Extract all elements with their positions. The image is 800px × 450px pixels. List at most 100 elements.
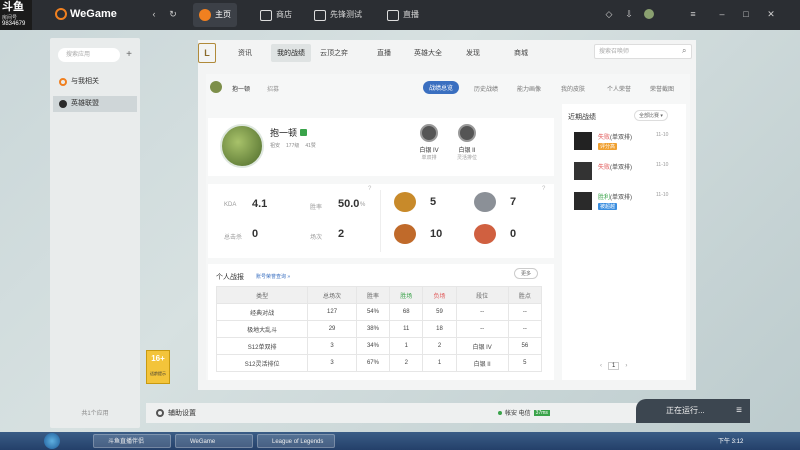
wegame-logo[interactable]: WeGame: [55, 8, 117, 20]
subnav-recruit[interactable]: 招募: [267, 84, 279, 93]
subtab-skins[interactable]: 我的皮肤: [561, 84, 585, 93]
sidebar-item-related[interactable]: 与我相关: [53, 74, 137, 90]
winrate-unit: %: [360, 202, 366, 208]
skin-icon[interactable]: ◇: [604, 9, 614, 19]
cell: 经典对战: [215, 303, 309, 321]
lol-logo-icon[interactable]: L: [198, 43, 216, 63]
col-losses: 负场: [422, 286, 457, 304]
tab-shop[interactable]: 商店: [254, 3, 298, 27]
rank-flex-tier: 白银 II: [458, 148, 476, 154]
lol-tab-tft[interactable]: 云顶之弈: [320, 48, 348, 58]
menu-icon[interactable]: ≡: [688, 9, 698, 19]
app-search-input[interactable]: 搜索应用: [58, 48, 120, 62]
honor-query-link[interactable]: 账号荣誉查询 »: [256, 273, 290, 280]
medal-count-3: 10: [430, 228, 443, 240]
match-time: 11-10: [656, 192, 669, 198]
lol-tab-records[interactable]: 我的战绩: [271, 44, 311, 62]
cell: S12单双排: [215, 337, 309, 355]
rank-flex: 白银 II 灵活排位: [452, 124, 482, 161]
cell: --: [507, 303, 543, 321]
server-name: 祖安: [270, 143, 281, 149]
add-app-icon[interactable]: +: [124, 48, 134, 62]
col-rank: 段位: [455, 286, 509, 304]
assist-settings-button[interactable]: 辅助设置: [156, 408, 196, 418]
close-icon[interactable]: ✕: [766, 9, 776, 19]
search-icon[interactable]: ⌕: [682, 46, 686, 56]
top-bar: 斗鱼 房间号 9834679 WeGame ‹ ↻ 主页 商店 先锋测试 直播 …: [0, 0, 800, 30]
match-row[interactable]: 失败(单双排) 11-10: [574, 160, 674, 186]
personal-report-card: 个人战报 账号荣誉查询 » 更多 类型 总场次 胜率 胜场 负场 段位 胜点 经…: [208, 264, 554, 380]
tab-home[interactable]: 主页: [193, 3, 237, 27]
app-count: 共1个应用: [81, 411, 109, 417]
personal-report-table: 类型 总场次 胜率 胜场 负场 段位 胜点 经典对战 127 54% 68 59 -- --…: [215, 286, 543, 372]
medal-icon: [394, 224, 416, 244]
tab-test[interactable]: 先锋测试: [308, 3, 368, 27]
minimize-icon[interactable]: –: [717, 9, 727, 19]
lol-tab-store[interactable]: 商城: [514, 48, 528, 58]
refresh-icon[interactable]: ↻: [168, 9, 178, 19]
medal-count-1: 5: [430, 196, 437, 208]
match-filter-select[interactable]: 全部比赛 ▾: [634, 110, 668, 121]
summoner-mini-name: 抱一顿: [232, 87, 251, 93]
lol-tab-discover[interactable]: 发现: [466, 48, 480, 58]
overlay-room-id: 9834679: [2, 21, 26, 27]
table-header-row: 类型 总场次 胜率 胜场 负场 段位 胜点: [215, 286, 543, 304]
kda-value: 4.1: [252, 198, 268, 210]
champion-icon: [574, 132, 592, 150]
match-result-text: 失败: [598, 165, 611, 171]
total-label: 总击杀: [224, 235, 243, 241]
stream-overlay: 斗鱼 房间号 9834679: [0, 0, 32, 30]
subtab-history[interactable]: 历史战绩: [474, 84, 498, 93]
task-wegame[interactable]: WeGame: [175, 434, 253, 448]
prev-page-icon[interactable]: ‹: [600, 363, 602, 369]
summoner-search-input[interactable]: 搜索召唤师: [594, 44, 692, 59]
tab-live[interactable]: 直播: [381, 3, 425, 27]
match-tag: 被超越: [598, 203, 618, 210]
more-button[interactable]: 更多: [514, 268, 539, 279]
pagination: ‹ 1 ›: [600, 362, 627, 370]
tab-live-label: 直播: [403, 10, 419, 19]
lol-tab-live[interactable]: 直播: [377, 48, 391, 58]
wegame-logo-icon: [55, 8, 67, 20]
match-row[interactable]: 胜利(单双排) 11-10 被超越: [574, 190, 674, 216]
sidebar-item-lol[interactable]: 英雄联盟: [53, 96, 137, 112]
maximize-icon[interactable]: □: [741, 9, 751, 19]
lol-tab-heroes[interactable]: 英雄大全: [414, 48, 442, 58]
next-page-icon[interactable]: ›: [625, 363, 627, 369]
menu-icon[interactable]: ≡: [736, 399, 742, 423]
rank-flex-mode: 灵活排位: [456, 155, 477, 161]
help-icon[interactable]: ?: [542, 186, 545, 192]
cell: 38%: [355, 320, 391, 338]
match-row[interactable]: 失败(单双排) 11-10 评分高: [574, 130, 674, 156]
cell: 34%: [355, 337, 391, 355]
avatar[interactable]: [644, 9, 654, 19]
content-area: 抱一顿 招募 战绩总览 历史战绩 能力画像 我的皮肤 个人荣誉 荣誉截图 抱一顿…: [206, 74, 690, 380]
cell: 67%: [355, 354, 391, 372]
help-icon[interactable]: ?: [368, 186, 371, 192]
overlay-room-label: 房间号: [2, 15, 18, 21]
cell: 1: [422, 354, 457, 372]
subtab-ability[interactable]: 能力画像: [517, 84, 541, 93]
task-lol[interactable]: League of Legends: [257, 434, 335, 448]
back-icon[interactable]: ‹: [149, 9, 159, 19]
task-douyu[interactable]: 斗鱼直播伴侣: [93, 434, 171, 448]
medal-icon: [394, 192, 416, 212]
download-icon[interactable]: ⇩: [624, 9, 634, 19]
sidebar-item-label: 英雄联盟: [71, 100, 99, 107]
rank-solo-tier: 白银 IV: [419, 148, 439, 154]
rank-solo-mode: 单双排: [421, 155, 437, 161]
col-lp: 胜点: [507, 286, 543, 304]
lol-tab-news[interactable]: 资讯: [238, 48, 252, 58]
start-button[interactable]: [44, 433, 60, 449]
cell: 29: [307, 320, 357, 338]
match-mode: (单双排): [610, 165, 633, 171]
running-button[interactable]: 正在运行... ≡: [636, 399, 750, 423]
table-row: 极地大乱斗 29 38% 11 18 -- --: [215, 320, 543, 338]
subtab-screenshots[interactable]: 荣誉截图: [650, 84, 674, 93]
home-icon: [199, 9, 211, 21]
summoner-level: 177级: [286, 143, 300, 149]
shop-icon: [260, 9, 272, 21]
page-number[interactable]: 1: [608, 362, 620, 370]
subtab-overview[interactable]: 战绩总览: [423, 81, 460, 94]
subtab-honor[interactable]: 个人荣誉: [607, 84, 631, 93]
